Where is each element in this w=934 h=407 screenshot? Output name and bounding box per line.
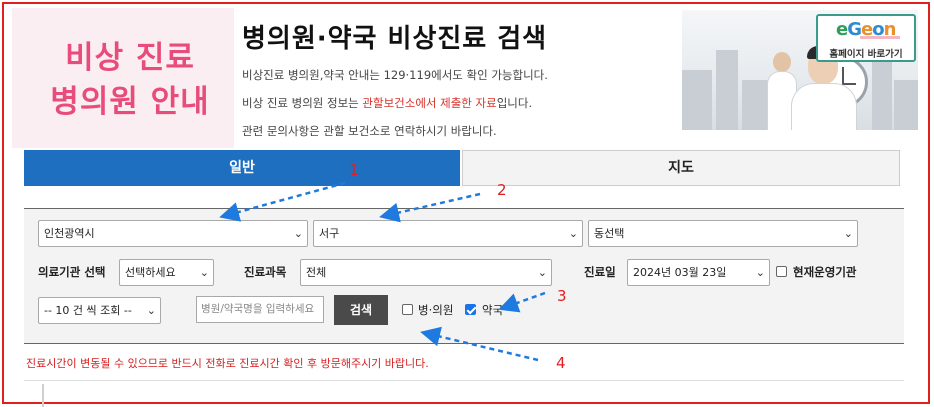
hero-title: 비상 진료 병의원 안내 bbox=[40, 36, 220, 124]
search-button[interactable]: 검색 bbox=[334, 295, 388, 325]
facility-select[interactable]: 선택하세요 ⌄ bbox=[119, 259, 214, 286]
page-size-select[interactable]: -- 10 건 씩 조회 -- ⌄ bbox=[38, 297, 161, 324]
dong-select[interactable]: 동선택 ⌄ bbox=[588, 220, 858, 247]
region-select[interactable]: 인천광역시 ⌄ bbox=[38, 220, 308, 247]
info-line-3: 관련 문의사항은 관할 보건소로 연락하시기 바랍니다. bbox=[242, 124, 497, 138]
page-title: 병의원·약국 비상진료 검색 bbox=[242, 24, 548, 54]
search-input[interactable]: 병원/약국명을 입력하세요 bbox=[196, 296, 324, 323]
hospital-label: 병·의원 bbox=[418, 303, 454, 317]
department-label: 진료과목 bbox=[244, 265, 287, 279]
annotation-number-2: 2 bbox=[497, 181, 507, 199]
annotation-number-4: 4 bbox=[556, 354, 566, 372]
info-line-1: 비상진료 병의원,약국 안내는 129·119에서도 확인 가능합니다. bbox=[242, 68, 548, 82]
hospital-checkbox[interactable] bbox=[402, 304, 413, 315]
chevron-down-icon: ⌄ bbox=[199, 266, 209, 279]
chevron-down-icon: ⌄ bbox=[568, 227, 578, 240]
chevron-down-icon: ⌄ bbox=[755, 266, 765, 279]
department-select[interactable]: 전체 ⌄ bbox=[300, 259, 552, 286]
chevron-down-icon: ⌄ bbox=[843, 227, 853, 240]
open-now-label: 현재운영기관 bbox=[793, 265, 857, 279]
chevron-down-icon: ⌄ bbox=[146, 304, 156, 317]
date-label: 진료일 bbox=[584, 265, 616, 279]
tab-map[interactable]: 지도 bbox=[462, 150, 900, 186]
homepage-button[interactable]: eGeon 홈페이지 바로가기 bbox=[816, 14, 916, 62]
divider bbox=[24, 380, 904, 381]
divider bbox=[42, 384, 44, 407]
pharmacy-label: 약국 bbox=[482, 303, 504, 317]
pharmacy-checkbox[interactable] bbox=[465, 304, 476, 315]
annotation-number-3: 3 bbox=[557, 287, 567, 305]
chevron-down-icon: ⌄ bbox=[537, 266, 547, 279]
open-now-checkbox[interactable] bbox=[776, 266, 787, 277]
facility-label: 의료기관 선택 bbox=[38, 265, 106, 279]
tab-general[interactable]: 일반 bbox=[24, 150, 460, 186]
hero-title-line1: 비상 진료 bbox=[65, 40, 195, 76]
info-line-2: 비상 진료 병의원 정보는 관할보건소에서 제출한 자료입니다. bbox=[242, 96, 533, 110]
notice-text: 진료시간이 변동될 수 있으므로 반드시 전화로 진료시간 확인 후 방문해주시… bbox=[26, 357, 429, 370]
info-highlight: 관할보건소에서 제출한 자료 bbox=[362, 96, 497, 110]
annotation-number-1: 1 bbox=[349, 161, 359, 179]
date-select[interactable]: 2024년 03월 23일 ⌄ bbox=[627, 259, 770, 286]
district-select[interactable]: 서구 ⌄ bbox=[313, 220, 583, 247]
homepage-button-label: 홈페이지 바로가기 bbox=[829, 49, 903, 60]
chevron-down-icon: ⌄ bbox=[293, 227, 303, 240]
hero-title-line2: 병의원 안내 bbox=[50, 84, 210, 120]
